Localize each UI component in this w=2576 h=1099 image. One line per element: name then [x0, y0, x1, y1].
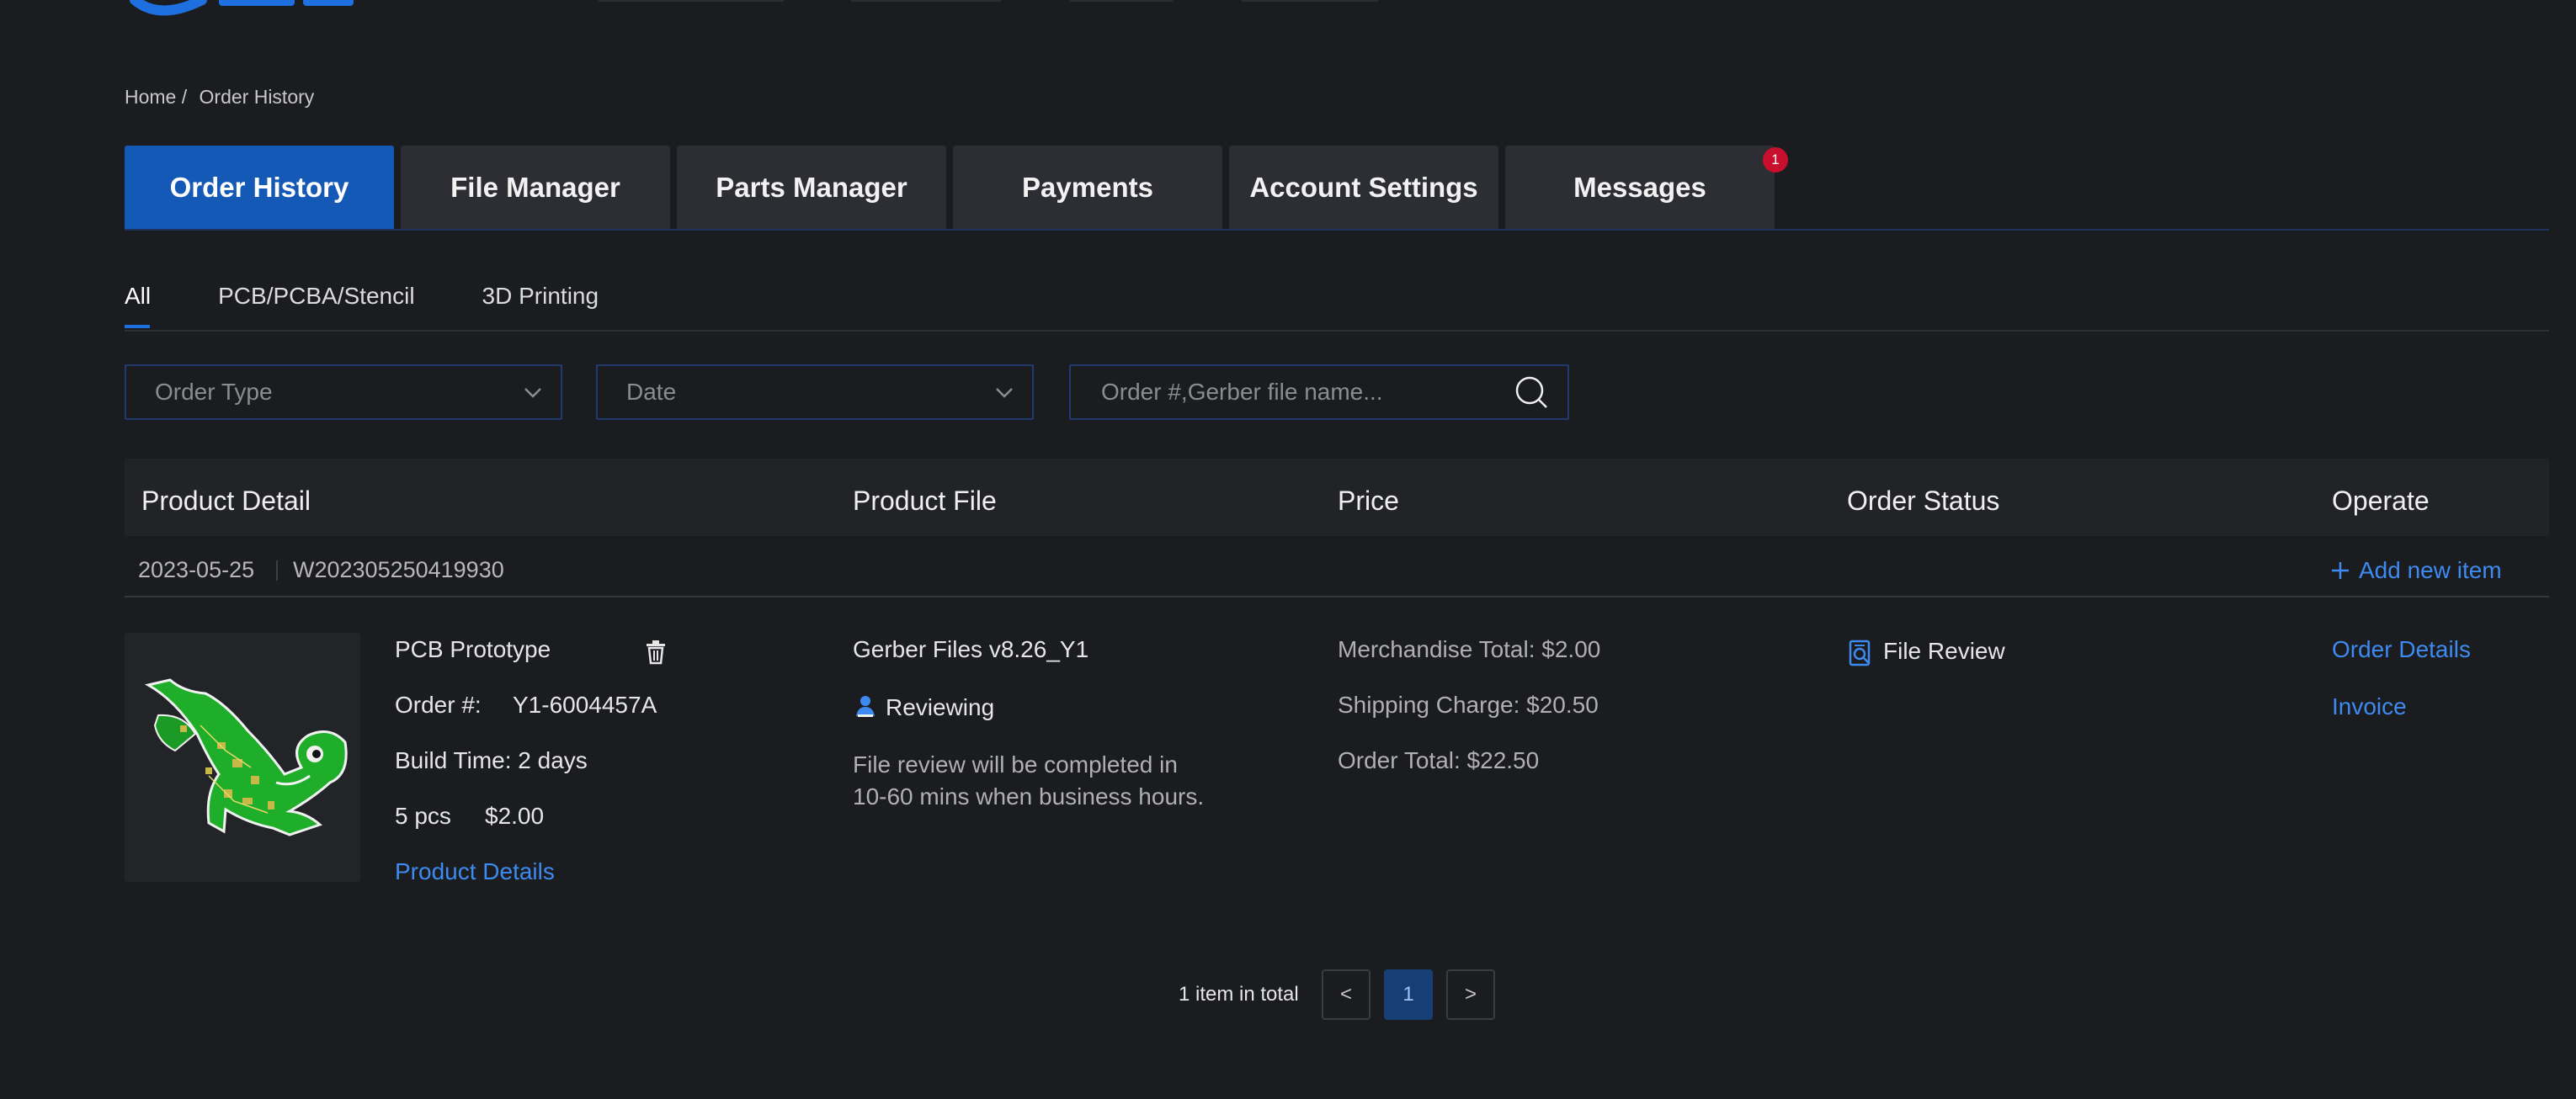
tab-order-history[interactable]: Order History: [125, 146, 394, 230]
tab-messages[interactable]: Messages 1: [1505, 146, 1788, 230]
brand-logo[interactable]: [126, 0, 463, 17]
search-box: [1069, 364, 1569, 420]
order-details-link[interactable]: Order Details: [2332, 636, 2471, 663]
invoice-link[interactable]: Invoice: [2332, 693, 2407, 720]
add-new-item-label: Add new item: [2359, 557, 2502, 583]
next-page-button[interactable]: >: [1446, 969, 1495, 1020]
subtab-pcb[interactable]: PCB/PCBA/Stencil: [218, 283, 414, 327]
order-total: Order Total: $22.50: [1338, 747, 1540, 773]
column-header: Order Status: [1847, 486, 2000, 516]
merchandise-total: Merchandise Total: $2.00: [1338, 636, 1601, 662]
nav-item[interactable]: [598, 0, 785, 2]
order-header-row: 2023-05-25 W202305250419930 Add new item: [125, 542, 2549, 597]
chevron-down-icon: [524, 388, 541, 398]
file-review-icon: [1849, 640, 1871, 666]
gerber-file-name: Gerber Files v8.26_Y1: [853, 636, 1089, 662]
order-number: Y1-6004457A: [513, 692, 657, 718]
pcb-dragon-image: [144, 678, 348, 836]
unit-price: $2.00: [485, 803, 545, 829]
subtabs-divider: [125, 330, 2549, 332]
order-status: File Review: [1883, 638, 2005, 664]
subtab-3d-printing[interactable]: 3D Printing: [482, 283, 599, 327]
tab-account-settings[interactable]: Account Settings: [1229, 146, 1498, 230]
breadcrumb: Home / Order History: [125, 86, 321, 109]
pagination-total: 1 item in total: [1179, 983, 1299, 1006]
product-name: PCB Prototype: [395, 636, 551, 662]
order-type-value: Order Type: [155, 379, 273, 405]
add-new-item-button[interactable]: Add new item: [2330, 557, 2502, 584]
tab-label: Parts Manager: [716, 172, 907, 203]
unread-badge: 1: [1763, 147, 1788, 173]
subtab-all[interactable]: All: [125, 283, 151, 328]
separator: [276, 560, 278, 581]
tabs-divider: [125, 229, 2549, 231]
sub-tabs: All PCB/PCBA/Stencil 3D Printing: [125, 283, 599, 328]
quantity: 5 pcs: [395, 803, 451, 829]
column-header: Price: [1338, 486, 1399, 516]
date-select[interactable]: Date: [596, 364, 1034, 420]
column-header: Product Detail: [141, 486, 311, 516]
breadcrumb-current: Order History: [199, 86, 315, 108]
trash-icon[interactable]: [645, 640, 667, 665]
nav-item[interactable]: [1069, 0, 1174, 2]
tab-parts-manager[interactable]: Parts Manager: [677, 146, 946, 230]
breadcrumb-home[interactable]: Home /: [125, 86, 187, 108]
tab-payments[interactable]: Payments: [953, 146, 1222, 230]
prev-page-button[interactable]: <: [1322, 969, 1370, 1020]
build-time: Build Time: 2 days: [395, 747, 588, 773]
order-number-label: Order #:: [395, 692, 482, 718]
tab-label: Account Settings: [1249, 172, 1478, 203]
page-button[interactable]: 1: [1384, 969, 1433, 1020]
shipping-charge: Shipping Charge: $20.50: [1338, 692, 1599, 718]
search-icon[interactable]: [1514, 374, 1549, 410]
table-header: Product Detail Product File Price Order …: [125, 459, 2549, 536]
column-header: Operate: [2332, 486, 2430, 516]
product-details-link[interactable]: Product Details: [395, 858, 555, 885]
main-tabs: Order History File Manager Parts Manager…: [125, 146, 1788, 230]
file-review-note: File review will be completed in 10-60 m…: [853, 751, 1205, 810]
tab-label: Order History: [169, 172, 349, 203]
nav-item[interactable]: [850, 0, 1002, 2]
tab-file-manager[interactable]: File Manager: [401, 146, 670, 230]
file-review-status: Reviewing: [886, 694, 995, 720]
column-header: Product File: [853, 486, 997, 516]
order-id: W202305250419930: [293, 557, 504, 582]
tab-label: Payments: [1022, 172, 1153, 203]
tab-label: Messages: [1573, 172, 1706, 203]
tab-label: File Manager: [450, 172, 620, 203]
date-value: Date: [626, 379, 677, 405]
nav-item[interactable]: [1241, 0, 1379, 2]
search-input[interactable]: [1101, 379, 1505, 406]
order-date: 2023-05-25: [138, 557, 255, 582]
plus-icon: [2332, 562, 2349, 579]
order-type-select[interactable]: Order Type: [125, 364, 562, 420]
reviewer-icon: [856, 696, 875, 717]
product-thumbnail[interactable]: [125, 633, 360, 882]
chevron-down-icon: [996, 388, 1013, 398]
